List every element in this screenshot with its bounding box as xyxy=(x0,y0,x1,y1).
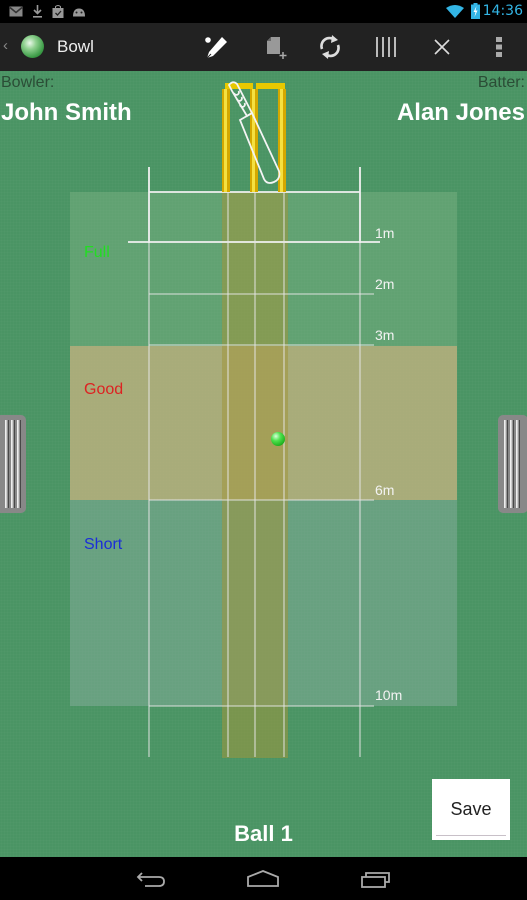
wifi-icon xyxy=(446,5,464,18)
handle-bar xyxy=(17,420,21,508)
handle-bar xyxy=(11,420,15,508)
bowling-field[interactable]: Bowler: John Smith Batter: Alan Jones Fu… xyxy=(0,71,527,857)
store-bag-icon xyxy=(52,5,64,18)
page-title: Bowl xyxy=(57,37,94,56)
chevron-left-icon: ‹ xyxy=(3,37,8,54)
distance-2m: 2m xyxy=(375,276,395,292)
handle-bar xyxy=(5,420,9,508)
back-button[interactable] xyxy=(121,863,181,895)
new-document-icon xyxy=(267,37,287,59)
action-bar: ‹ Bowl xyxy=(0,23,527,71)
pencil-icon xyxy=(205,37,227,59)
home-icon xyxy=(247,870,279,887)
sync-icon xyxy=(320,35,340,59)
switch-button[interactable] xyxy=(306,23,354,71)
recent-apps-button[interactable] xyxy=(346,863,406,895)
distance-6m: 6m xyxy=(375,482,395,498)
up-navigation[interactable]: ‹ Bowl xyxy=(0,23,100,71)
left-stumps-handle[interactable] xyxy=(0,415,26,513)
close-button[interactable] xyxy=(418,23,466,71)
edit-button[interactable] xyxy=(192,23,240,71)
ball-marker[interactable] xyxy=(271,432,285,446)
close-icon xyxy=(434,39,450,55)
android-icon xyxy=(73,8,85,17)
navigation-bar xyxy=(0,857,527,900)
stumps-lines-icon xyxy=(376,37,396,57)
status-bar: 14:36 xyxy=(0,0,527,23)
gmail-icon xyxy=(9,6,23,17)
back-icon xyxy=(136,872,165,887)
overflow-menu-button[interactable] xyxy=(475,23,523,71)
stumps xyxy=(222,83,286,192)
download-icon xyxy=(33,5,42,18)
battery-charging-icon xyxy=(471,3,480,19)
recent-apps-icon xyxy=(361,872,390,888)
handle-bar xyxy=(504,420,508,508)
handle-bar xyxy=(510,420,514,508)
distance-10m: 10m xyxy=(375,687,403,703)
pitch-markings xyxy=(128,81,380,757)
new-document-button[interactable] xyxy=(252,23,300,71)
save-button[interactable]: Save xyxy=(432,779,510,840)
right-stumps-handle[interactable] xyxy=(498,415,527,513)
overflow-menu-icon xyxy=(496,37,502,57)
home-button[interactable] xyxy=(233,863,293,895)
grid-lines xyxy=(148,192,374,757)
stumps-button[interactable] xyxy=(362,23,410,71)
distance-1m: 1m xyxy=(375,225,395,241)
app-logo-ball-icon xyxy=(21,35,44,58)
clock: 14:36 xyxy=(482,3,523,19)
handle-bar xyxy=(516,420,520,508)
distance-3m: 3m xyxy=(375,327,395,343)
